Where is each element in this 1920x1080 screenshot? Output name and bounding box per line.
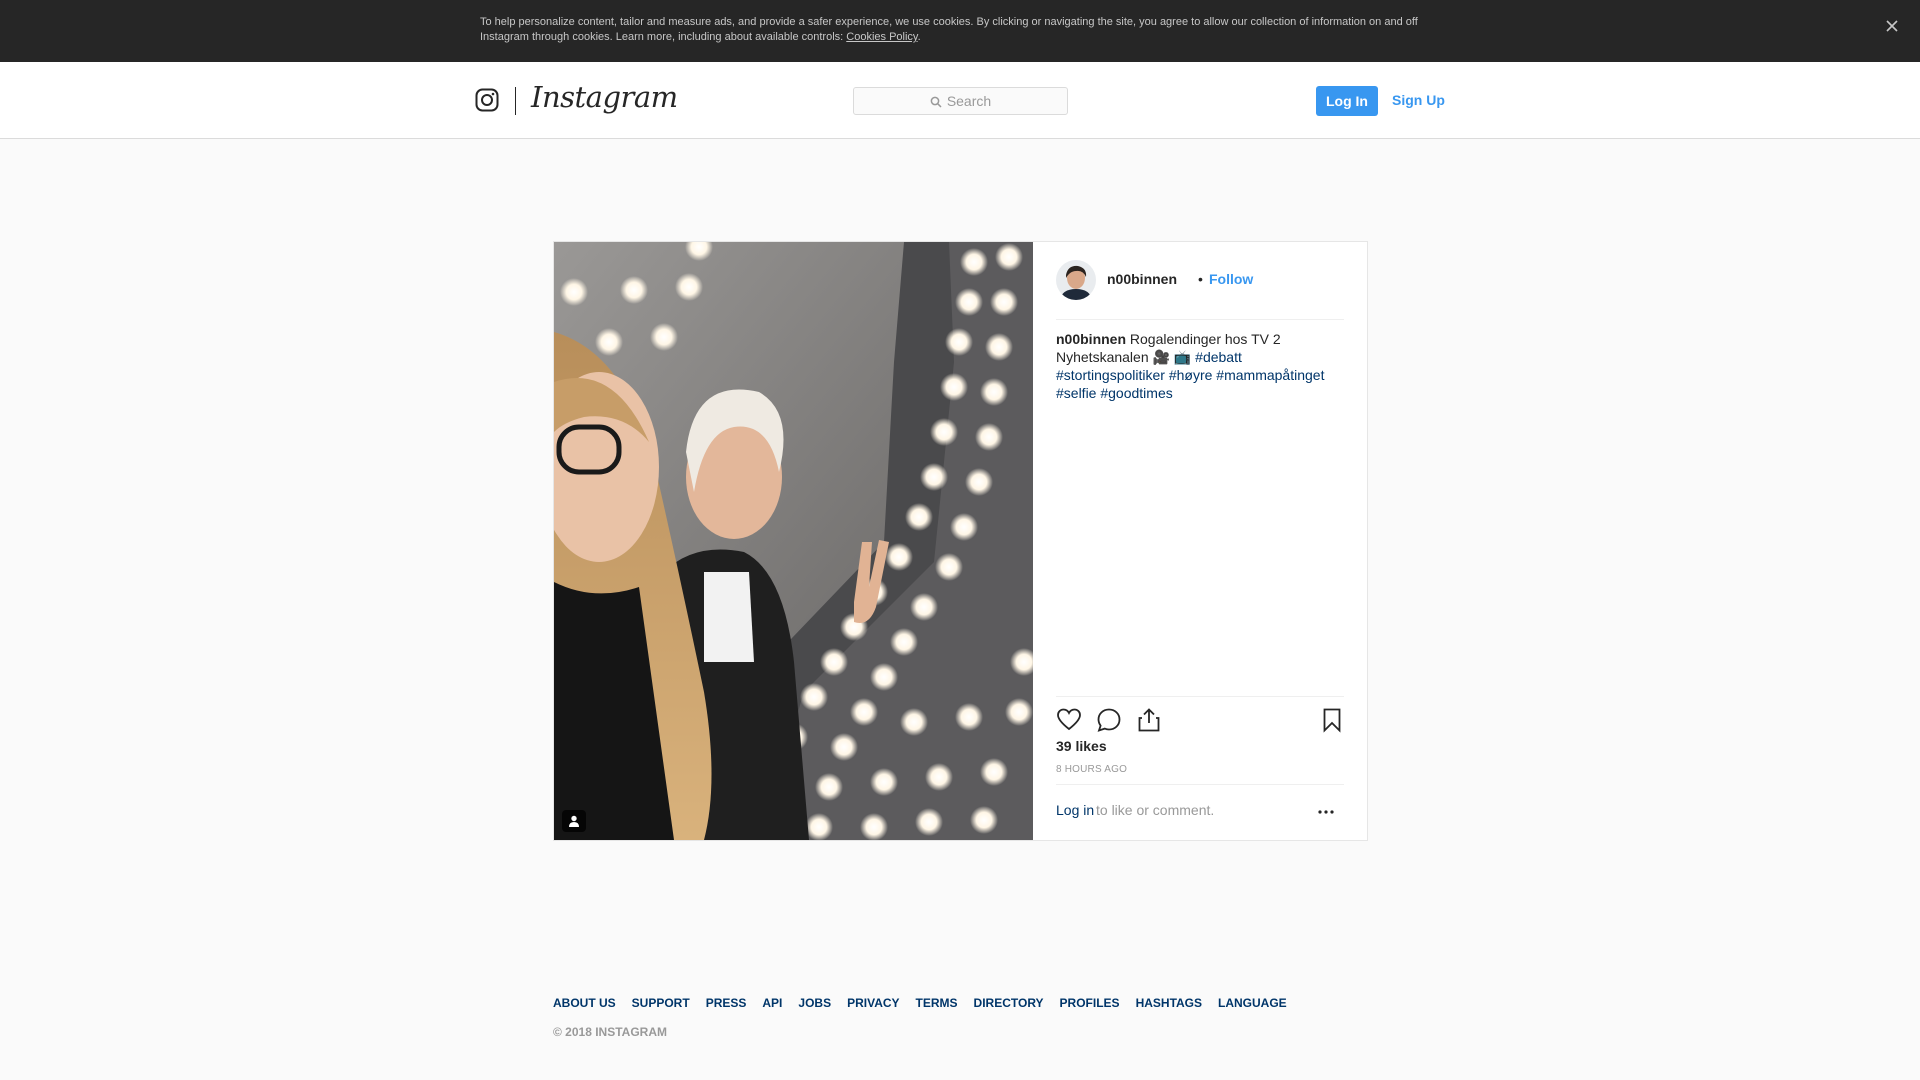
copyright: © 2018 INSTAGRAM [553,1025,667,1039]
hashtag-link[interactable]: #stortingspolitiker [1056,367,1165,383]
separator-dot: • [1198,271,1203,287]
top-nav: Instagram Search Log In Sign Up [0,62,1920,139]
more-icon[interactable] [1316,805,1336,817]
post-username[interactable]: n00binnen [1107,271,1177,287]
footer-link-api[interactable]: API [762,996,782,1010]
footer-link-language[interactable]: LANGUAGE [1218,996,1287,1010]
post-card: n00binnen • Follow n00binnen Rogalending… [553,241,1368,841]
avatar[interactable] [1056,260,1096,300]
footer-nav: ABOUT US SUPPORT PRESS API JOBS PRIVACY … [553,996,1303,1010]
footer-link-about[interactable]: ABOUT US [553,996,616,1010]
comment-icon[interactable] [1096,707,1122,733]
post-caption: n00binnen Rogalendinger hos TV 2 Nyhetsk… [1056,330,1346,402]
close-icon[interactable] [1880,14,1904,38]
instagram-glyph-icon[interactable] [475,88,499,112]
search-icon [930,95,942,108]
search-input[interactable]: Search [853,87,1068,115]
post-timestamp: 8 HOURS AGO [1056,764,1128,775]
bookmark-icon[interactable] [1319,707,1345,733]
footer-link-hashtags[interactable]: HASHTAGS [1136,996,1202,1010]
login-prompt: to like or comment. [1096,802,1215,818]
caption-username[interactable]: n00binnen [1056,331,1126,347]
hashtag-link[interactable]: #selfie [1056,385,1096,401]
cookie-message: To help personalize content, tailor and … [480,16,1418,43]
cookie-suffix: . [917,31,921,43]
cookies-policy-link[interactable]: Cookies Policy [846,31,917,43]
post-header: n00binnen • Follow [1056,260,1344,320]
footer-link-terms[interactable]: TERMS [916,996,958,1010]
footer-link-directory[interactable]: DIRECTORY [974,996,1044,1010]
hashtag-link[interactable]: #høyre [1169,367,1213,383]
user-tag-icon[interactable] [562,810,586,832]
post-photo[interactable] [554,242,1033,840]
cookie-banner: To help personalize content, tailor and … [0,0,1920,62]
action-bar [1056,696,1344,736]
footer-link-profiles[interactable]: PROFILES [1060,996,1120,1010]
heart-icon[interactable] [1056,707,1082,733]
login-button[interactable]: Log In [1316,86,1378,116]
footer-link-press[interactable]: PRESS [706,996,747,1010]
instagram-wordmark[interactable]: Instagram [531,80,678,114]
post-sidebar: n00binnen • Follow n00binnen Rogalending… [1033,242,1367,840]
footer-link-privacy[interactable]: PRIVACY [847,996,899,1010]
cookie-text: To help personalize content, tailor and … [480,15,1440,45]
hashtag-link[interactable]: #debatt [1195,349,1242,365]
footer-link-support[interactable]: SUPPORT [632,996,690,1010]
search-placeholder: Search [946,93,992,109]
signup-button[interactable]: Sign Up [1392,88,1445,112]
logo-divider [515,87,516,115]
hashtag-link[interactable]: #mammapåtinget [1216,367,1324,383]
login-link[interactable]: Log in [1056,802,1094,818]
follow-button[interactable]: Follow [1209,271,1253,287]
footer-link-jobs[interactable]: JOBS [798,996,831,1010]
share-icon[interactable] [1136,707,1162,733]
hashtag-link[interactable]: #goodtimes [1100,385,1172,401]
likes-count[interactable]: 39 likes [1056,738,1107,754]
comment-row: Log in to like or comment. [1056,784,1344,832]
